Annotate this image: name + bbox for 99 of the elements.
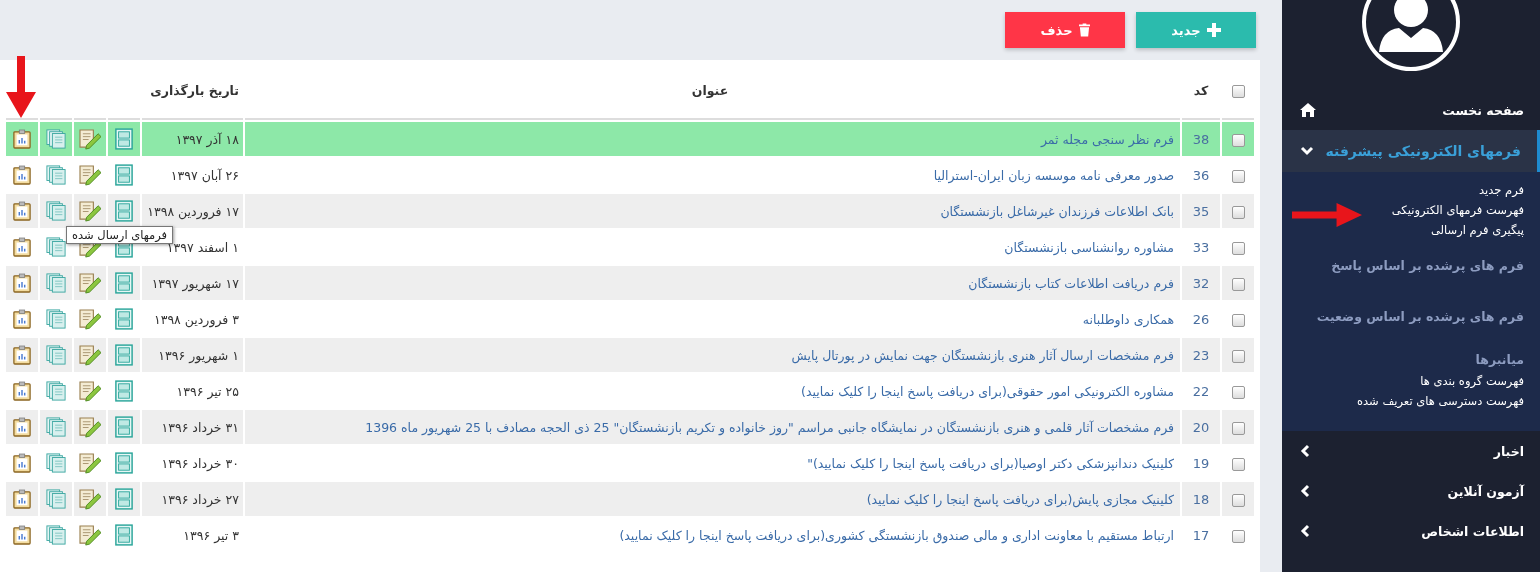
clipboard-chart-icon[interactable] bbox=[13, 165, 31, 185]
column-header[interactable]: عنوان bbox=[691, 82, 729, 98]
checkbox[interactable] bbox=[1231, 169, 1245, 183]
checkbox[interactable] bbox=[1231, 349, 1245, 363]
form-title-link[interactable]: همکاری داوطلبانه bbox=[1082, 311, 1174, 327]
table-cell: ۱ شهریور ۱۳۹۶ bbox=[158, 347, 239, 363]
nav-group[interactable]: فرمهای الکترونیکی پیشرفته bbox=[1282, 130, 1540, 172]
clipboard-chart-icon[interactable] bbox=[13, 237, 31, 257]
form-title-link[interactable]: بانک اطلاعات فرزندان غیرشاغل بازنشستگان bbox=[940, 203, 1174, 219]
documents-icon[interactable] bbox=[46, 165, 66, 185]
form-title-link[interactable]: صدور معرفی نامه موسسه زبان ایران-استرالیا bbox=[933, 167, 1174, 183]
clipboard-chart-icon[interactable] bbox=[13, 273, 31, 293]
documents-icon[interactable] bbox=[46, 201, 66, 221]
form-title-link[interactable]: مشاوره روانشناسی بازنشستگان bbox=[1004, 239, 1174, 255]
checkbox[interactable] bbox=[1231, 133, 1245, 147]
form-title-link[interactable]: مشاوره الکترونیکی امور حقوقی(برای دریافت پاسخ اینجا را کلیک نمایید) bbox=[801, 383, 1174, 399]
documents-icon[interactable] bbox=[46, 417, 66, 437]
table-cell: ۲۶ آبان ۱۳۹۷ bbox=[170, 167, 239, 183]
table-cell: 17 bbox=[1192, 527, 1210, 543]
table-cell: 22 bbox=[1192, 383, 1210, 399]
table-cell: ۳۱ خرداد ۱۳۹۶ bbox=[161, 419, 239, 435]
column-header[interactable]: تاریخ بارگذاری bbox=[150, 82, 239, 98]
table-cell: ۲۷ خرداد ۱۳۹۶ bbox=[161, 491, 239, 507]
table-cell: 36 bbox=[1192, 167, 1210, 183]
delete-button[interactable]: حذف bbox=[1005, 12, 1125, 48]
table-cell: ۳ تیر ۱۳۹۶ bbox=[183, 527, 239, 543]
table-cell: ۳۰ خرداد ۱۳۹۶ bbox=[161, 455, 239, 471]
nav-group[interactable]: اطلاعات اشخاص bbox=[1282, 511, 1540, 551]
clipboard-chart-icon[interactable] bbox=[13, 453, 31, 473]
table-cell: 33 bbox=[1192, 239, 1210, 255]
clipboard-chart-icon[interactable] bbox=[13, 309, 31, 329]
checkbox[interactable] bbox=[1231, 457, 1245, 471]
form-title-link[interactable]: کلینیک دندانپزشکی دکتر اوصیا(برای دریافت پاسخ اینجا را کلیک نمایید)" bbox=[807, 455, 1174, 471]
checkbox[interactable] bbox=[1231, 205, 1245, 219]
clipboard-chart-icon[interactable] bbox=[13, 525, 31, 545]
checkbox[interactable] bbox=[1231, 385, 1245, 399]
home-icon bbox=[1300, 103, 1316, 117]
submenu-item[interactable]: پیگیری فرم ارسالی bbox=[1430, 220, 1524, 240]
chevron-left-icon bbox=[1300, 444, 1310, 458]
plus-icon bbox=[1206, 23, 1221, 37]
table-cell: 35 bbox=[1192, 203, 1210, 219]
table-cell: 32 bbox=[1192, 275, 1210, 291]
documents-icon[interactable] bbox=[46, 237, 66, 257]
documents-icon[interactable] bbox=[46, 489, 66, 509]
clipboard-chart-icon[interactable] bbox=[13, 381, 31, 401]
chevron-left-icon bbox=[1300, 484, 1310, 498]
checkbox[interactable] bbox=[1231, 313, 1245, 327]
table-cell: 19 bbox=[1192, 455, 1210, 471]
clipboard-chart-icon[interactable] bbox=[13, 489, 31, 509]
submenu-item[interactable]: فهرست دسترسی های تعریف شده bbox=[1357, 391, 1524, 411]
chevron-left-icon bbox=[1300, 524, 1310, 538]
checkbox[interactable] bbox=[1231, 241, 1245, 255]
documents-icon[interactable] bbox=[46, 453, 66, 473]
submenu-item[interactable]: فهرست فرمهای الکترونیکی bbox=[1391, 200, 1524, 220]
documents-icon[interactable] bbox=[46, 381, 66, 401]
table-cell: ۱۷ فروردین ۱۳۹۸ bbox=[147, 203, 239, 219]
documents-icon[interactable] bbox=[46, 345, 66, 365]
table-cell: 18 bbox=[1192, 491, 1210, 507]
table-cell: ۳ فروردین ۱۳۹۸ bbox=[153, 311, 239, 327]
checkbox[interactable] bbox=[1231, 277, 1245, 291]
form-title-link[interactable]: ارتباط مستقیم با معاونت اداری و مالی صندوق بازنشستگی کشوری(برای دریافت پاسخ اینجا را کلیک نمایید) bbox=[619, 527, 1174, 543]
checkbox[interactable] bbox=[1231, 421, 1245, 435]
avatar-icon bbox=[1361, 0, 1461, 72]
submenu-heading: میانبرها bbox=[1475, 351, 1524, 369]
tooltip: فرمهای ارسال شده bbox=[66, 226, 174, 244]
clipboard-chart-icon[interactable] bbox=[13, 129, 31, 149]
chevron-down-icon bbox=[1300, 146, 1314, 156]
arrow-drawing bbox=[6, 56, 36, 118]
table-cell: 20 bbox=[1192, 419, 1210, 435]
submenu-item[interactable]: فهرست گروه بندی ها bbox=[1420, 371, 1524, 391]
table-cell: ۱۷ شهریور ۱۳۹۷ bbox=[151, 275, 239, 291]
form-title-link[interactable]: فرم دریافت اطلاعات کتاب بازنشستگان bbox=[968, 275, 1174, 291]
form-title-link[interactable]: کلینیک مجازی پایش(برای دریافت پاسخ اینجا را کلیک نمایید) bbox=[866, 491, 1174, 507]
arrow-drawing bbox=[1292, 203, 1362, 227]
clipboard-chart-icon[interactable] bbox=[13, 201, 31, 221]
clipboard-chart-icon[interactable] bbox=[13, 417, 31, 437]
submenu-section[interactable]: فرم های پرشده بر اساس پاسخ bbox=[1331, 240, 1524, 291]
form-title-link[interactable]: فرم مشخصات ارسال آثار هنری بازنشستگان جهت نمایش در پورتال پایش bbox=[791, 347, 1174, 363]
table-cell: ۱۸ آذر ۱۳۹۷ bbox=[175, 131, 239, 147]
documents-icon[interactable] bbox=[46, 309, 66, 329]
checkbox[interactable] bbox=[1231, 84, 1245, 98]
table-cell: ۲۵ تیر ۱۳۹۶ bbox=[176, 383, 239, 399]
form-title-link[interactable]: فرم نظر سنجی مجله ثمر bbox=[1040, 131, 1174, 147]
table-cell: 23 bbox=[1192, 347, 1210, 363]
checkbox[interactable] bbox=[1231, 493, 1245, 507]
documents-icon[interactable] bbox=[46, 273, 66, 293]
nav-group[interactable]: اخبار bbox=[1282, 431, 1540, 471]
clipboard-chart-icon[interactable] bbox=[13, 345, 31, 365]
documents-icon[interactable] bbox=[46, 525, 66, 545]
table-cell: 38 bbox=[1192, 131, 1210, 147]
column-header[interactable]: کد bbox=[1193, 82, 1209, 98]
nav-item[interactable]: صفحه نخست bbox=[1282, 90, 1540, 130]
documents-icon[interactable] bbox=[46, 129, 66, 149]
trash-icon bbox=[1078, 23, 1090, 37]
submenu-section[interactable]: فرم های پرشده بر اساس وضعیت bbox=[1316, 291, 1524, 342]
submenu-item[interactable]: فرم جدید bbox=[1479, 180, 1524, 200]
table-cell: 26 bbox=[1192, 311, 1210, 327]
nav-group[interactable]: آزمون آنلاین bbox=[1282, 471, 1540, 511]
checkbox[interactable] bbox=[1231, 529, 1245, 543]
